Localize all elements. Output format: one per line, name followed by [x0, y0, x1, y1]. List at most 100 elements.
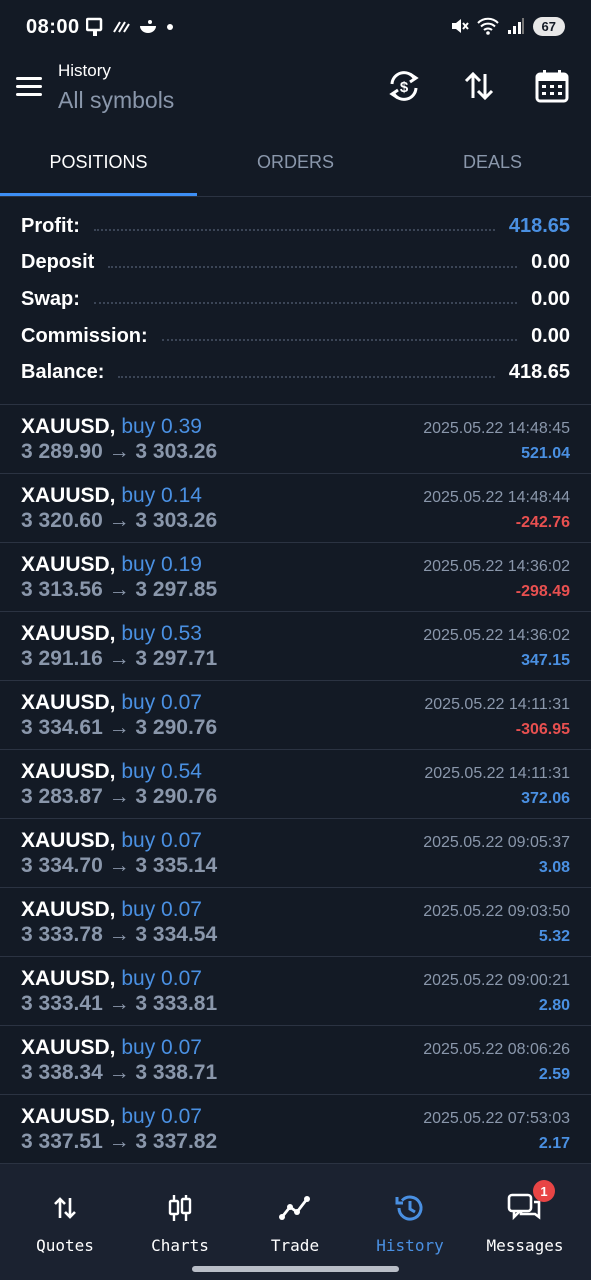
tabs-divider	[0, 196, 591, 197]
position-prices: 3 338.34 → 3 338.71	[21, 1061, 218, 1084]
position-prices: 3 333.78 → 3 334.54	[21, 923, 218, 946]
position-time: 2025.05.22 07:53:03	[423, 1110, 570, 1127]
summary-value: 418.65	[508, 361, 570, 384]
position-profit: 372.06	[521, 790, 570, 807]
summary-label: Swap:	[21, 287, 80, 310]
position-row[interactable]: XAUUSD, buy 0.53 3 291.16 → 3 297.71 2025.…	[0, 612, 591, 681]
nav-label: Trade	[270, 1236, 320, 1255]
calendar-button[interactable]	[532, 66, 572, 106]
positions-list: XAUUSD, buy 0.39 3 289.90 → 3 303.26 2025.…	[0, 405, 591, 1164]
tab-orders[interactable]: ORDERS	[197, 128, 394, 196]
position-row[interactable]: XAUUSD, buy 0.07 3 333.78 → 3 334.54 2025.…	[0, 888, 591, 957]
position-time: 2025.05.22 14:48:45	[423, 420, 570, 437]
position-profit: 2.80	[538, 997, 570, 1014]
nav-charts[interactable]: Charts	[125, 1188, 235, 1255]
quotes-arrows-icon	[54, 1197, 76, 1219]
position-time: 2025.05.22 14:36:02	[423, 558, 570, 575]
position-row[interactable]: XAUUSD, buy 0.07 3 334.70 → 3 335.14 2025.…	[0, 819, 591, 888]
dot-icon	[167, 24, 173, 30]
position-side-volume: buy 0.14	[121, 484, 202, 507]
position-profit: 521.04	[521, 445, 570, 462]
summary-value: 0.00	[531, 287, 570, 310]
unread-badge: 1	[533, 1180, 555, 1202]
signal-icon	[507, 18, 524, 34]
position-profit: -242.76	[515, 514, 570, 531]
wifi-icon	[476, 17, 499, 35]
summary-row-commission: Commission: 0.00	[0, 318, 591, 355]
dotted-leader	[118, 375, 495, 378]
position-prices: 3 291.16 → 3 297.71	[21, 647, 218, 670]
position-prices: 3 334.70 → 3 335.14	[21, 854, 218, 877]
symbol-filter[interactable]: All symbols	[58, 87, 174, 114]
position-time: 2025.05.22 14:11:31	[424, 696, 570, 713]
position-side-volume: buy 0.07	[121, 1105, 202, 1128]
symbol-name: XAUUSD,	[21, 415, 116, 438]
nav-history[interactable]: History	[355, 1188, 465, 1255]
dotted-leader	[108, 265, 518, 268]
nav-messages[interactable]: Messages 1	[470, 1180, 580, 1255]
position-row[interactable]: XAUUSD, buy 0.54 3 283.87 → 3 290.76 2025.…	[0, 750, 591, 819]
history-tabs: POSITIONS ORDERS DEALS	[0, 128, 591, 196]
symbol-name: XAUUSD,	[21, 760, 116, 783]
summary-label: Balance:	[21, 361, 105, 384]
summary-row-swap: Swap: 0.00	[0, 281, 591, 318]
hamburger-menu-icon[interactable]	[16, 77, 42, 97]
nav-quotes[interactable]: Quotes	[10, 1188, 120, 1255]
position-profit: 347.15	[521, 652, 570, 669]
status-bar: 08:00 67	[0, 0, 591, 56]
dotted-leader	[161, 339, 518, 342]
summary-label: Profit:	[21, 214, 80, 237]
summary-label: Deposit	[21, 251, 95, 274]
position-symbol: XAUUSD, buy 0.07	[21, 1036, 202, 1060]
position-profit: 2.59	[538, 1066, 570, 1083]
position-prices: 3 333.41 → 3 333.81	[21, 992, 218, 1015]
position-profit: 2.17	[538, 1135, 570, 1152]
position-row[interactable]: XAUUSD, buy 0.07 3 333.41 → 3 333.81 2025.…	[0, 957, 591, 1026]
summary-row-balance: Balance: 418.65	[0, 354, 591, 391]
position-symbol: XAUUSD, buy 0.07	[21, 1105, 202, 1129]
home-indicator[interactable]	[192, 1266, 399, 1272]
position-row[interactable]: XAUUSD, buy 0.07 3 338.34 → 3 338.71 2025.…	[0, 1026, 591, 1095]
symbol-name: XAUUSD,	[21, 691, 116, 714]
position-symbol: XAUUSD, buy 0.07	[21, 898, 202, 922]
summary-value: 418.65	[508, 214, 570, 237]
position-row[interactable]: XAUUSD, buy 0.39 3 289.90 → 3 303.26 2025.…	[0, 405, 591, 474]
battery-indicator: 67	[532, 16, 565, 36]
tab-positions[interactable]: POSITIONS	[0, 128, 197, 196]
tab-deals[interactable]: DEALS	[394, 128, 591, 196]
position-row[interactable]: XAUUSD, buy 0.19 3 313.56 → 3 297.85 2025.…	[0, 543, 591, 612]
position-time: 2025.05.22 14:36:02	[423, 627, 570, 644]
position-prices: 3 334.61 → 3 290.76	[21, 716, 218, 739]
position-time: 2025.05.22 08:06:26	[423, 1041, 570, 1058]
dotted-leader	[93, 229, 495, 232]
position-side-volume: buy 0.19	[121, 553, 202, 576]
position-symbol: XAUUSD, buy 0.53	[21, 622, 202, 646]
position-row[interactable]: XAUUSD, buy 0.07 3 337.51 → 3 337.82 2025.…	[0, 1095, 591, 1164]
position-symbol: XAUUSD, buy 0.54	[21, 760, 202, 784]
sync-button[interactable]: $	[384, 66, 424, 106]
summary-row-deposit: Deposit 0.00	[0, 245, 591, 282]
position-profit: -298.49	[515, 583, 570, 600]
sort-arrows-icon	[464, 71, 494, 101]
position-side-volume: buy 0.54	[121, 760, 202, 783]
position-symbol: XAUUSD, buy 0.07	[21, 967, 202, 991]
position-profit: -306.95	[515, 721, 570, 738]
position-time: 2025.05.22 14:48:44	[423, 489, 570, 506]
symbol-name: XAUUSD,	[21, 829, 116, 852]
status-system-icons: 67	[449, 16, 565, 36]
position-row[interactable]: XAUUSD, buy 0.07 3 334.61 → 3 290.76 2025.…	[0, 681, 591, 750]
position-prices: 3 289.90 → 3 303.26	[21, 440, 218, 463]
position-prices: 3 337.51 → 3 337.82	[21, 1130, 218, 1153]
position-side-volume: buy 0.07	[121, 967, 202, 990]
position-row[interactable]: XAUUSD, buy 0.14 3 320.60 → 3 303.26 2025.…	[0, 474, 591, 543]
position-time: 2025.05.22 09:03:50	[423, 903, 570, 920]
calendar-icon	[535, 70, 569, 103]
position-side-volume: buy 0.07	[121, 1036, 202, 1059]
position-prices: 3 313.56 → 3 297.85	[21, 578, 218, 601]
history-clock-icon	[395, 1195, 423, 1221]
status-notification-icons	[86, 17, 174, 37]
nav-trade[interactable]: Trade	[240, 1188, 350, 1255]
position-side-volume: buy 0.07	[121, 829, 202, 852]
symbol-name: XAUUSD,	[21, 553, 116, 576]
sort-button[interactable]	[459, 66, 499, 106]
